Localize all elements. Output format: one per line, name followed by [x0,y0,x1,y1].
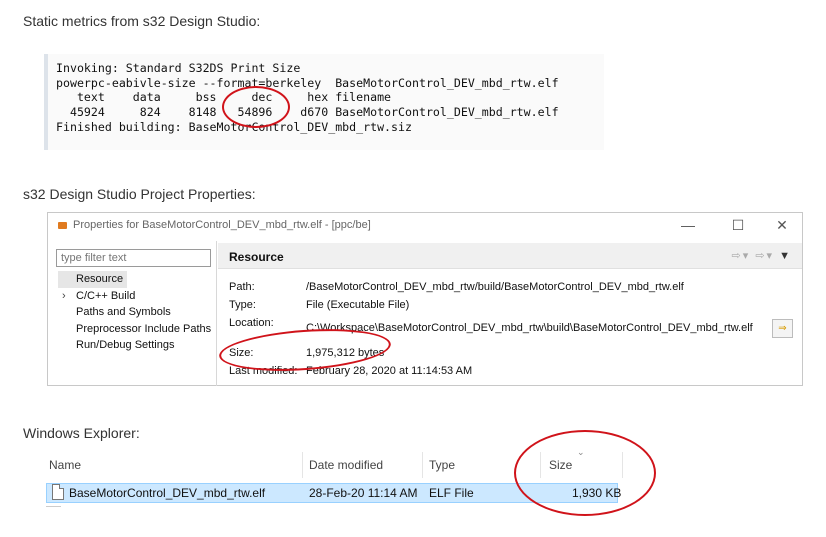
window-title: Properties for BaseMotorControl_DEV_mbd_… [73,219,371,231]
forward-arrow-icon[interactable]: ⇨ [755,250,766,262]
open-location-button[interactable]: ⇒ [772,319,793,338]
console-output: Invoking: Standard S32DS Print Size powe… [44,54,604,150]
column-header-name[interactable]: Name [45,452,301,478]
splitter[interactable] [216,241,217,386]
path-label: Path: [229,281,255,293]
column-divider[interactable] [302,452,303,478]
path-value: /BaseMotorControl_DEV_mbd_rtw/build/Base… [306,281,684,293]
console-line: Invoking: Standard S32DS Print Size [56,61,301,75]
heading-project-properties: s32 Design Studio Project Properties: [23,186,256,202]
back-arrow-icon[interactable]: ⇨ [732,250,743,262]
type-value: File (Executable File) [306,299,410,311]
properties-tree: Resource › C/C++ Build Paths and Symbols … [58,271,211,354]
app-icon [58,222,67,229]
file-name: BaseMotorControl_DEV_mbd_rtw.elf [69,486,266,500]
chevron-right-icon[interactable]: › [62,288,66,305]
console-line: powerpc-eabivle-size --format=berkeley B… [56,75,559,90]
location-value: C:\Workspace\BaseMotorControl_DEV_mbd_rt… [306,322,753,334]
tree-item-c-cpp-build[interactable]: › C/C++ Build [58,288,211,305]
tree-item-preprocessor-include-paths[interactable]: Preprocessor Include Paths [58,321,211,338]
section-title: Resource [229,250,284,264]
tree-item-paths-and-symbols[interactable]: Paths and Symbols [58,304,211,321]
heading-static-metrics: Static metrics from s32 Design Studio: [23,13,261,29]
tree-item-resource[interactable]: Resource [58,271,128,288]
column-header-date-modified[interactable]: Date modified [305,452,421,478]
annotation-circle-dec [222,86,290,128]
console-line: 45924 824 8148 54896 d670 BaseMotorContr… [56,105,559,120]
close-icon[interactable]: ✕ [772,217,792,234]
file-date-modified: 28-Feb-20 11:14 AM [309,486,418,500]
heading-windows-explorer: Windows Explorer: [23,425,140,441]
minimize-icon[interactable]: — [678,217,698,233]
navigation-arrows[interactable]: ⇨▾ ⇨▾ ▼ [732,249,792,262]
title-bar: Properties for BaseMotorControl_DEV_mbd_… [48,213,802,239]
properties-window: Properties for BaseMotorControl_DEV_mbd_… [47,212,803,386]
file-icon [52,484,64,500]
row-indicator [46,504,61,507]
console-text: Invoking: Standard S32DS Print Size powe… [56,61,559,135]
maximize-icon[interactable]: ☐ [728,217,748,234]
column-divider[interactable] [422,452,423,478]
annotation-circle-explorer-size [514,430,656,516]
section-header: Resource ⇨▾ ⇨▾ ▼ [218,243,802,269]
menu-dropdown-icon[interactable]: ▼ [779,250,792,262]
location-label: Location: [229,317,274,329]
file-type: ELF File [429,486,474,500]
filter-input[interactable] [56,249,211,267]
tree-item-run-debug-settings[interactable]: Run/Debug Settings [58,337,211,354]
type-label: Type: [229,299,256,311]
